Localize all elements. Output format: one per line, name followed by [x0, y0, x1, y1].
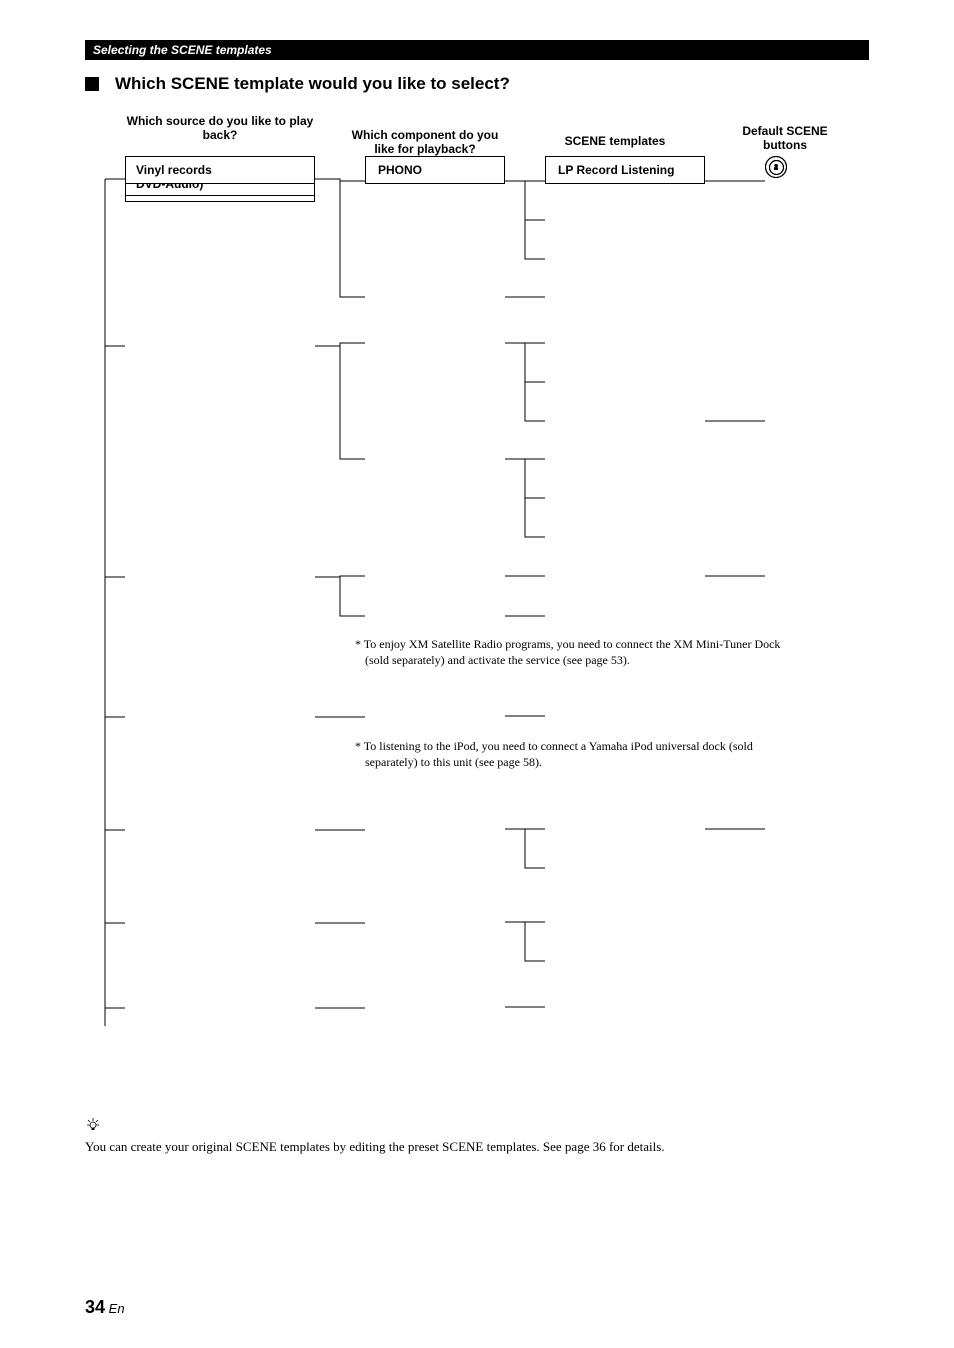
note-ipod: * To listening to the iPod, you need to … [355, 738, 785, 770]
heading-text: Which SCENE template would you like to s… [115, 74, 510, 94]
col-header-templates: SCENE templates [540, 134, 690, 148]
tip-icon [85, 1116, 869, 1135]
default-button-3: 3 [765, 156, 787, 178]
tmpl-lp: LP Record Listening [545, 156, 705, 184]
column-headers: Which source do you like to play back? W… [85, 114, 869, 156]
flowchart: Video sources (DVD video, Recorded video… [85, 156, 875, 1096]
button-number: 3 [769, 160, 784, 175]
col-header-buttons: Default SCENE buttons [725, 124, 845, 153]
col-header-component: Which component do you like for playback… [345, 128, 505, 157]
tip-text: You can create your original SCENE templ… [85, 1139, 869, 1155]
comp-phono: PHONO [365, 156, 505, 184]
header-bar: Selecting the SCENE templates [85, 40, 869, 60]
col-header-source: Which source do you like to play back? [125, 114, 315, 143]
page-number: 34 En [85, 1297, 125, 1318]
page-num-suffix: En [109, 1301, 125, 1316]
section-heading: Which SCENE template would you like to s… [85, 74, 869, 94]
connectors-svg [85, 156, 875, 1096]
page-num-value: 34 [85, 1297, 105, 1317]
src-vinyl: Vinyl records [125, 156, 315, 184]
square-bullet-icon [85, 77, 99, 91]
note-xm: * To enjoy XM Satellite Radio programs, … [355, 636, 785, 668]
tip-section: You can create your original SCENE templ… [85, 1116, 869, 1155]
